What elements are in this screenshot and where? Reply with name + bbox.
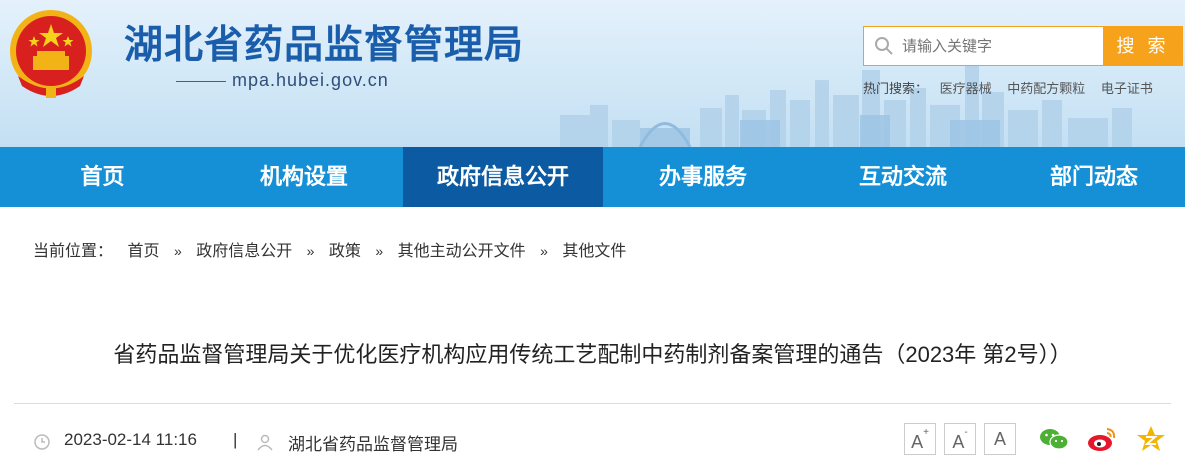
breadcrumb: 当前位置： 首页 » 政府信息公开 » 政策 » 其他主动公开文件 » 其他文件 — [33, 237, 636, 261]
site-header: 湖北省药品监督管理局 mpa.hubei.gov.cn 搜 索 热门搜索： 医疗… — [0, 0, 1185, 147]
source-icon — [257, 434, 273, 451]
article-source: 湖北省药品监督管理局 — [288, 435, 458, 454]
site-title: 湖北省药品监督管理局 — [124, 24, 525, 67]
font-increase-button[interactable]: A+ — [904, 423, 936, 455]
publish-date: 2023-02-14 11:16 — [64, 430, 197, 449]
clock-icon — [34, 434, 50, 450]
breadcrumb-item[interactable]: 政府信息公开 — [196, 243, 292, 260]
weibo-icon[interactable] — [1086, 423, 1118, 455]
search-input[interactable] — [902, 27, 1097, 65]
nav-item-gov-info[interactable]: 政府信息公开 — [403, 147, 603, 207]
search-icon — [875, 37, 893, 55]
wechat-icon[interactable] — [1038, 423, 1070, 455]
domain-decor-line — [176, 81, 226, 82]
breadcrumb-prefix: 当前位置： — [33, 243, 114, 260]
title-divider — [14, 403, 1171, 404]
font-reset-button[interactable]: A — [984, 423, 1016, 455]
hot-search-label: 热门搜索： — [863, 81, 929, 96]
breadcrumb-separator-icon: » — [375, 243, 384, 259]
search-button[interactable]: 搜 索 — [1103, 26, 1183, 66]
site-domain: mpa.hubei.gov.cn — [232, 70, 389, 90]
hot-search-link[interactable]: 电子证书 — [1101, 81, 1153, 96]
qzone-icon[interactable] — [1135, 423, 1167, 455]
nav-item-home[interactable]: 首页 — [0, 147, 205, 207]
article-title: 省药品监督管理局关于优化医疗机构应用传统工艺配制中药制剂备案管理的通告（2023… — [113, 342, 1072, 367]
breadcrumb-item[interactable]: 首页 — [127, 243, 159, 260]
breadcrumb-item[interactable]: 其他主动公开文件 — [398, 243, 526, 260]
hot-search-link[interactable]: 医疗器械 — [940, 81, 992, 96]
font-decrease-button[interactable]: A- — [944, 423, 976, 455]
breadcrumb-separator-icon: » — [173, 243, 182, 259]
breadcrumb-item[interactable]: 政策 — [329, 243, 361, 260]
main-nav: 首页 机构设置 政府信息公开 办事服务 互动交流 部门动态 — [0, 147, 1185, 207]
nav-item-services[interactable]: 办事服务 — [603, 147, 803, 207]
font-reset-label: A — [993, 429, 1006, 449]
font-decrease-label: A — [952, 432, 965, 452]
breadcrumb-item[interactable]: 其他文件 — [562, 243, 626, 260]
nav-item-interaction[interactable]: 互动交流 — [803, 147, 1003, 207]
search-box — [863, 26, 1103, 66]
meta-separator: | — [233, 430, 238, 449]
hot-search-row: 热门搜索： 医疗器械 中药配方颗粒 电子证书 — [863, 78, 1165, 97]
hot-search-link[interactable]: 中药配方颗粒 — [1007, 81, 1085, 96]
national-emblem-icon — [10, 10, 92, 98]
breadcrumb-separator-icon: » — [306, 243, 315, 259]
breadcrumb-separator-icon: » — [540, 243, 548, 259]
font-increase-label: A — [911, 432, 924, 452]
nav-item-organization[interactable]: 机构设置 — [205, 147, 403, 207]
nav-item-news[interactable]: 部门动态 — [1003, 147, 1185, 207]
